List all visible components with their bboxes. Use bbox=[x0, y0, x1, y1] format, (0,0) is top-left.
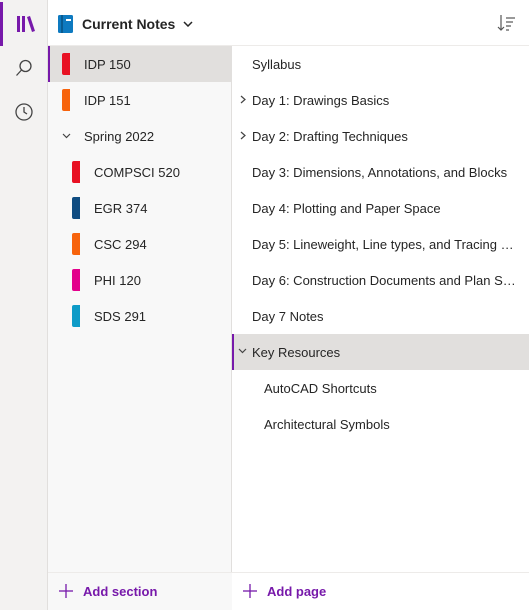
section-label: IDP 151 bbox=[84, 92, 131, 108]
page-item-selected[interactable]: Key Resources bbox=[232, 334, 529, 370]
add-section-label: Add section bbox=[83, 583, 158, 599]
add-page-button[interactable]: Add page bbox=[242, 583, 326, 599]
page-label: Day 5: Lineweight, Line types, and Traci… bbox=[252, 236, 520, 252]
section-group-spring-2022[interactable]: Spring 2022 bbox=[48, 118, 231, 154]
section-tab-icon bbox=[72, 233, 80, 255]
recent-icon bbox=[15, 103, 33, 121]
chevron-down-icon bbox=[62, 133, 71, 139]
sections-pane: IDP 150 IDP 151 Spring 2022 COMPSCI 520 … bbox=[48, 46, 232, 610]
page-item[interactable]: Day 5: Lineweight, Line types, and Traci… bbox=[232, 226, 529, 262]
chevron-down-icon[interactable] bbox=[238, 348, 247, 354]
section-phi-120[interactable]: PHI 120 bbox=[48, 262, 231, 298]
add-section-bar: Add section bbox=[48, 572, 232, 610]
page-label: Day 6: Construction Documents and Plan S… bbox=[252, 272, 520, 288]
section-label: IDP 150 bbox=[84, 56, 131, 72]
page-label: Day 7 Notes bbox=[252, 308, 324, 324]
add-section-button[interactable]: Add section bbox=[58, 583, 157, 599]
page-label: Day 2: Drafting Techniques bbox=[252, 128, 408, 144]
left-rail bbox=[0, 0, 48, 610]
section-tab-icon bbox=[62, 53, 70, 75]
page-label: Architectural Symbols bbox=[264, 416, 390, 432]
add-page-bar: Add page bbox=[232, 572, 529, 610]
section-label: PHI 120 bbox=[94, 272, 141, 288]
section-label: SDS 291 bbox=[94, 308, 147, 324]
subpage-item[interactable]: AutoCAD Shortcuts bbox=[232, 370, 529, 406]
sort-icon[interactable] bbox=[497, 13, 517, 33]
page-item[interactable]: Day 3: Dimensions, Annotations, and Bloc… bbox=[232, 154, 529, 190]
notebook-picker[interactable]: Current Notes bbox=[58, 13, 193, 35]
pages-pane: Syllabus Day 1: Drawings Basics Day 2: D… bbox=[232, 46, 529, 572]
page-label: Syllabus bbox=[252, 56, 302, 72]
section-tab-icon bbox=[62, 89, 70, 111]
notebook-icon bbox=[58, 15, 73, 33]
page-item[interactable]: Day 2: Drafting Techniques bbox=[232, 118, 529, 154]
notebook-title: Current Notes bbox=[82, 16, 176, 32]
search-button[interactable] bbox=[0, 46, 48, 90]
section-group-label: Spring 2022 bbox=[84, 128, 155, 144]
page-item[interactable]: Day 4: Plotting and Paper Space bbox=[232, 190, 529, 226]
chevron-right-icon[interactable] bbox=[240, 95, 246, 104]
section-idp-151[interactable]: IDP 151 bbox=[48, 82, 231, 118]
plus-icon bbox=[243, 584, 257, 598]
page-label: Day 1: Drawings Basics bbox=[252, 92, 390, 108]
header: Current Notes bbox=[48, 0, 529, 46]
section-label: CSC 294 bbox=[94, 236, 147, 252]
page-label: AutoCAD Shortcuts bbox=[264, 380, 377, 396]
page-item[interactable]: Day 7 Notes bbox=[232, 298, 529, 334]
chevron-right-icon[interactable] bbox=[240, 131, 246, 140]
plus-icon bbox=[59, 584, 73, 598]
page-item[interactable]: Day 1: Drawings Basics bbox=[232, 82, 529, 118]
notebooks-button[interactable] bbox=[0, 2, 48, 46]
page-label: Key Resources bbox=[252, 344, 341, 360]
page-item[interactable]: Syllabus bbox=[232, 46, 529, 82]
section-csc-294[interactable]: CSC 294 bbox=[48, 226, 231, 262]
section-tab-icon bbox=[72, 161, 80, 183]
chevron-down-icon bbox=[183, 21, 193, 27]
section-sds-291[interactable]: SDS 291 bbox=[48, 298, 231, 334]
page-item[interactable]: Day 6: Construction Documents and Plan S… bbox=[232, 262, 529, 298]
section-compsci-520[interactable]: COMPSCI 520 bbox=[48, 154, 231, 190]
section-tab-icon bbox=[72, 305, 80, 327]
search-icon bbox=[16, 59, 32, 76]
subpage-item[interactable]: Architectural Symbols bbox=[232, 406, 529, 442]
section-tab-icon bbox=[72, 197, 80, 219]
recent-button[interactable] bbox=[0, 90, 48, 134]
section-idp-150[interactable]: IDP 150 bbox=[48, 46, 231, 82]
section-label: COMPSCI 520 bbox=[94, 164, 180, 180]
section-label: EGR 374 bbox=[94, 200, 148, 216]
section-egr-374[interactable]: EGR 374 bbox=[48, 190, 231, 226]
page-label: Day 4: Plotting and Paper Space bbox=[252, 200, 441, 216]
section-tab-icon bbox=[72, 269, 80, 291]
page-label: Day 3: Dimensions, Annotations, and Bloc… bbox=[252, 164, 508, 180]
notebooks-icon bbox=[16, 16, 35, 32]
add-page-label: Add page bbox=[267, 583, 327, 599]
